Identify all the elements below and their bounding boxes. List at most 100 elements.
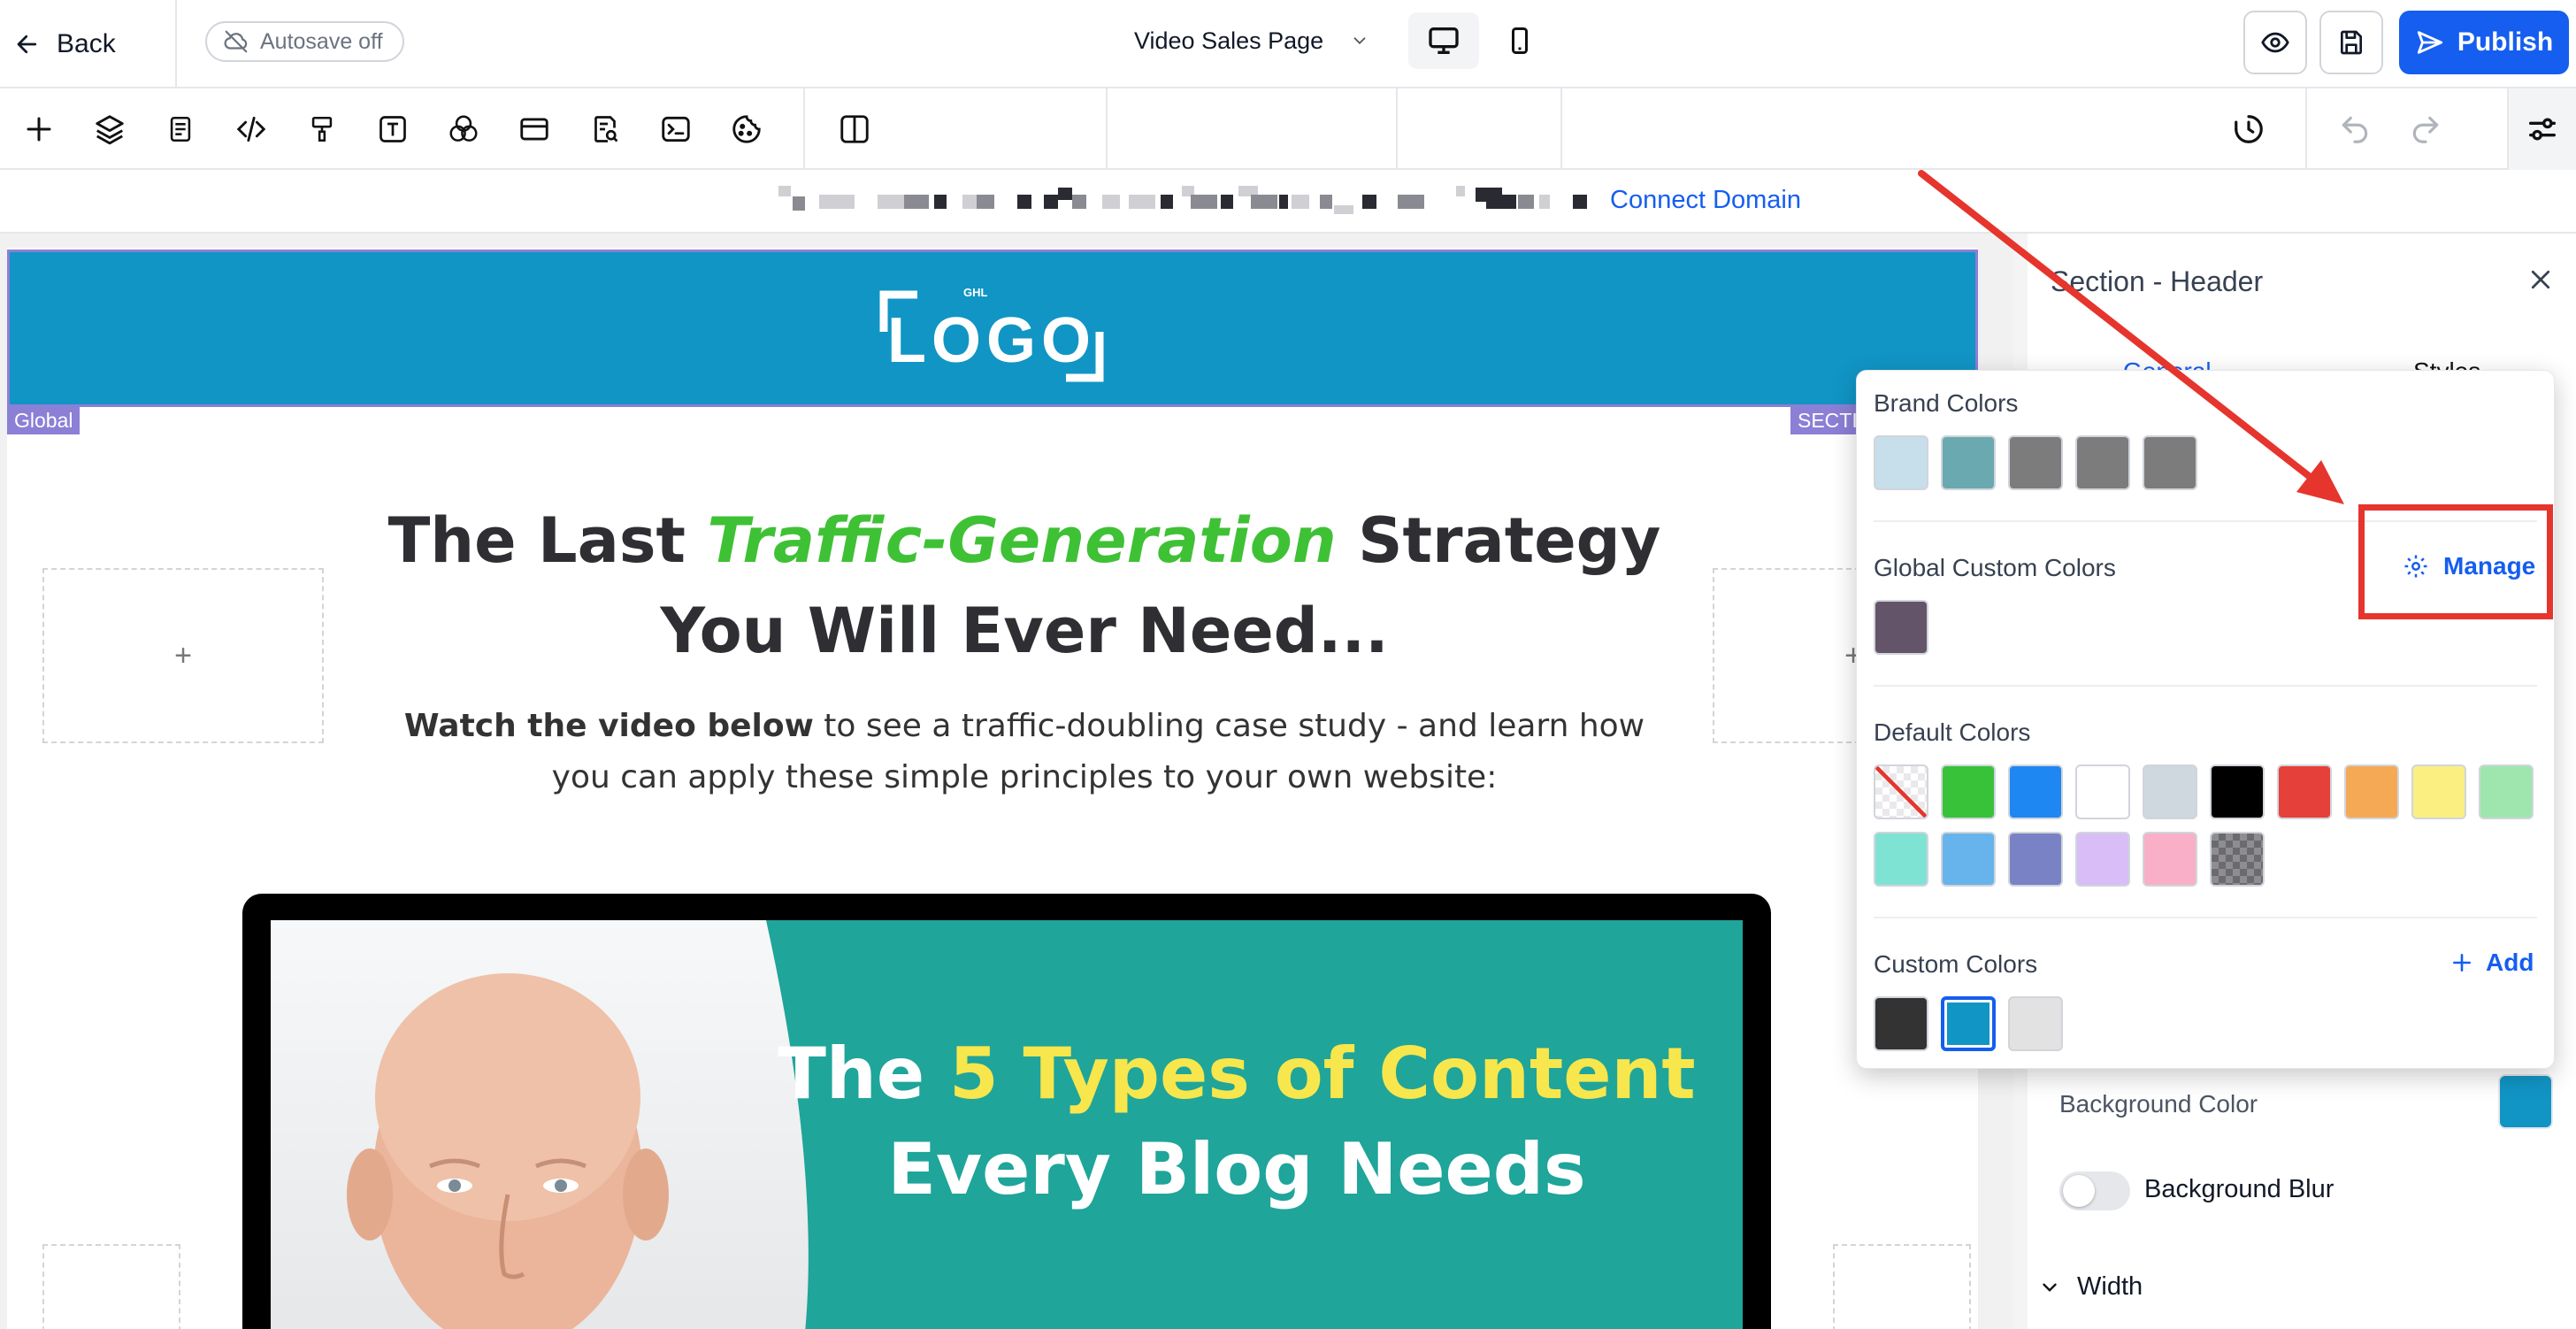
- add-label: Add: [2486, 949, 2534, 976]
- color-swatch[interactable]: [1941, 764, 1996, 819]
- divider: [803, 88, 805, 170]
- connect-domain-link[interactable]: Connect Domain: [1610, 186, 1801, 215]
- floppy-disk-icon: [2337, 28, 2365, 57]
- color-swatch[interactable]: [2411, 764, 2466, 819]
- color-swatch[interactable]: [2143, 764, 2197, 819]
- close-button[interactable]: [2523, 262, 2558, 297]
- paint-roller-icon[interactable]: [299, 106, 345, 152]
- color-swatch[interactable]: [2210, 764, 2265, 819]
- close-icon: [2527, 266, 2554, 293]
- color-swatch[interactable]: [2008, 832, 2063, 887]
- color-swatch[interactable]: [1941, 435, 1996, 490]
- background-color-swatch[interactable]: [2498, 1074, 2553, 1129]
- headline-part: Strategy: [1336, 504, 1661, 577]
- autosave-label: Autosave off: [260, 28, 383, 54]
- color-swatch[interactable]: [2210, 832, 2265, 887]
- add-element-placeholder[interactable]: [42, 1244, 180, 1329]
- builder-toolbar: [0, 88, 2576, 170]
- color-swatch[interactable]: [1874, 600, 1928, 655]
- color-swatch[interactable]: [1874, 764, 1928, 819]
- page-subheadline[interactable]: Watch the video below to see a traffic-d…: [379, 701, 1670, 803]
- brand-colors-label: Brand Colors: [1874, 389, 2019, 417]
- color-swatch[interactable]: [2277, 764, 2332, 819]
- publish-label: Publish: [2457, 27, 2554, 57]
- seo-search-icon[interactable]: [582, 106, 628, 152]
- code-icon[interactable]: [228, 106, 274, 152]
- pages-icon[interactable]: [157, 106, 203, 152]
- layers-icon[interactable]: [87, 106, 133, 152]
- background-blur-toggle[interactable]: [2059, 1172, 2130, 1210]
- custom-colors-label: Custom Colors: [1874, 950, 2038, 978]
- page-headline[interactable]: The Last Traffic-Generation Strategy You…: [308, 495, 1741, 676]
- color-swatch[interactable]: [2075, 832, 2130, 887]
- publish-button[interactable]: Publish: [2399, 11, 2569, 74]
- color-swatch[interactable]: [1941, 996, 1996, 1051]
- mobile-view-button[interactable]: [1488, 12, 1552, 69]
- settings-panel-button[interactable]: [2509, 88, 2576, 170]
- color-swatch[interactable]: [2075, 435, 2130, 490]
- autosave-toggle[interactable]: Autosave off: [205, 21, 404, 62]
- background-blur-label: Background Blur: [2144, 1175, 2334, 1203]
- arrow-left-icon: [14, 31, 41, 58]
- split-view-icon[interactable]: [832, 106, 878, 152]
- preview-button[interactable]: [2243, 11, 2307, 74]
- video-title-highlight: 5 Types of Content: [948, 1033, 1696, 1115]
- add-custom-color-link[interactable]: Add: [2450, 949, 2534, 977]
- color-swatch[interactable]: [2008, 764, 2063, 819]
- divider: [1396, 88, 1398, 170]
- divider: [1874, 685, 2537, 687]
- color-swatch[interactable]: [1874, 832, 1928, 887]
- global-custom-colors-label: Global Custom Colors: [1874, 554, 2116, 581]
- plus-icon: [2450, 951, 2473, 974]
- headline-highlight: Traffic-Generation: [707, 504, 1337, 577]
- page-select[interactable]: Video Sales Page: [1108, 12, 1396, 69]
- cookie-icon[interactable]: [724, 106, 770, 152]
- panel-title: Section - Header: [2051, 265, 2264, 297]
- logo-small-text: GHL: [963, 286, 988, 299]
- page-preview: GHL LOGO Global SECTI + + The Last Traff…: [7, 248, 1978, 1329]
- logo-text: LOGO: [887, 305, 1096, 376]
- color-swatch[interactable]: [2008, 435, 2063, 490]
- color-swatch[interactable]: [1874, 435, 1928, 490]
- color-swatch[interactable]: [2479, 764, 2534, 819]
- chevron-down-icon: [1350, 31, 1369, 50]
- text-icon[interactable]: [370, 106, 416, 152]
- section-tag: SECTI: [1790, 407, 1865, 434]
- default-colors-label: Default Colors: [1874, 718, 2031, 746]
- annotation-highlight-box: [2358, 504, 2553, 619]
- logo: GHL LOGO: [877, 279, 1107, 385]
- page-canvas: GHL LOGO Global SECTI + + The Last Traff…: [0, 234, 2013, 1329]
- undo-icon[interactable]: [2332, 106, 2378, 152]
- background-color-label: Background Color: [2059, 1090, 2258, 1118]
- monitor-icon: [1426, 23, 1461, 58]
- add-element-placeholder[interactable]: [1833, 1244, 1971, 1329]
- page-select-value: Video Sales Page: [1134, 27, 1324, 54]
- sliders-icon: [2525, 111, 2560, 147]
- send-icon: [2415, 27, 2445, 58]
- back-button[interactable]: Back: [14, 19, 116, 69]
- save-button[interactable]: [2319, 11, 2383, 74]
- global-tag: Global: [7, 407, 80, 434]
- add-element-placeholder[interactable]: +: [42, 568, 324, 743]
- redo-icon[interactable]: [2403, 106, 2449, 152]
- divider: [175, 0, 177, 88]
- color-circles-icon[interactable]: [441, 106, 487, 152]
- back-label: Back: [57, 29, 116, 58]
- width-section-header[interactable]: Width: [2038, 1272, 2143, 1302]
- color-swatch[interactable]: [2075, 764, 2130, 819]
- header-section[interactable]: GHL LOGO: [7, 250, 1978, 407]
- headline-line2: You Will Ever Need...: [660, 595, 1389, 667]
- history-icon[interactable]: [2226, 106, 2272, 152]
- desktop-view-button[interactable]: [1408, 12, 1479, 69]
- color-swatch[interactable]: [2344, 764, 2399, 819]
- color-swatch[interactable]: [1941, 832, 1996, 887]
- layout-icon[interactable]: [511, 106, 557, 152]
- add-element-icon[interactable]: [16, 106, 62, 152]
- terminal-icon[interactable]: [653, 106, 699, 152]
- color-swatch[interactable]: [2008, 996, 2063, 1051]
- color-swatch[interactable]: [1874, 996, 1928, 1051]
- color-swatch[interactable]: [2143, 435, 2197, 490]
- color-swatch[interactable]: [2143, 832, 2197, 887]
- chevron-down-icon: [2038, 1276, 2061, 1299]
- plus-icon: +: [174, 638, 192, 672]
